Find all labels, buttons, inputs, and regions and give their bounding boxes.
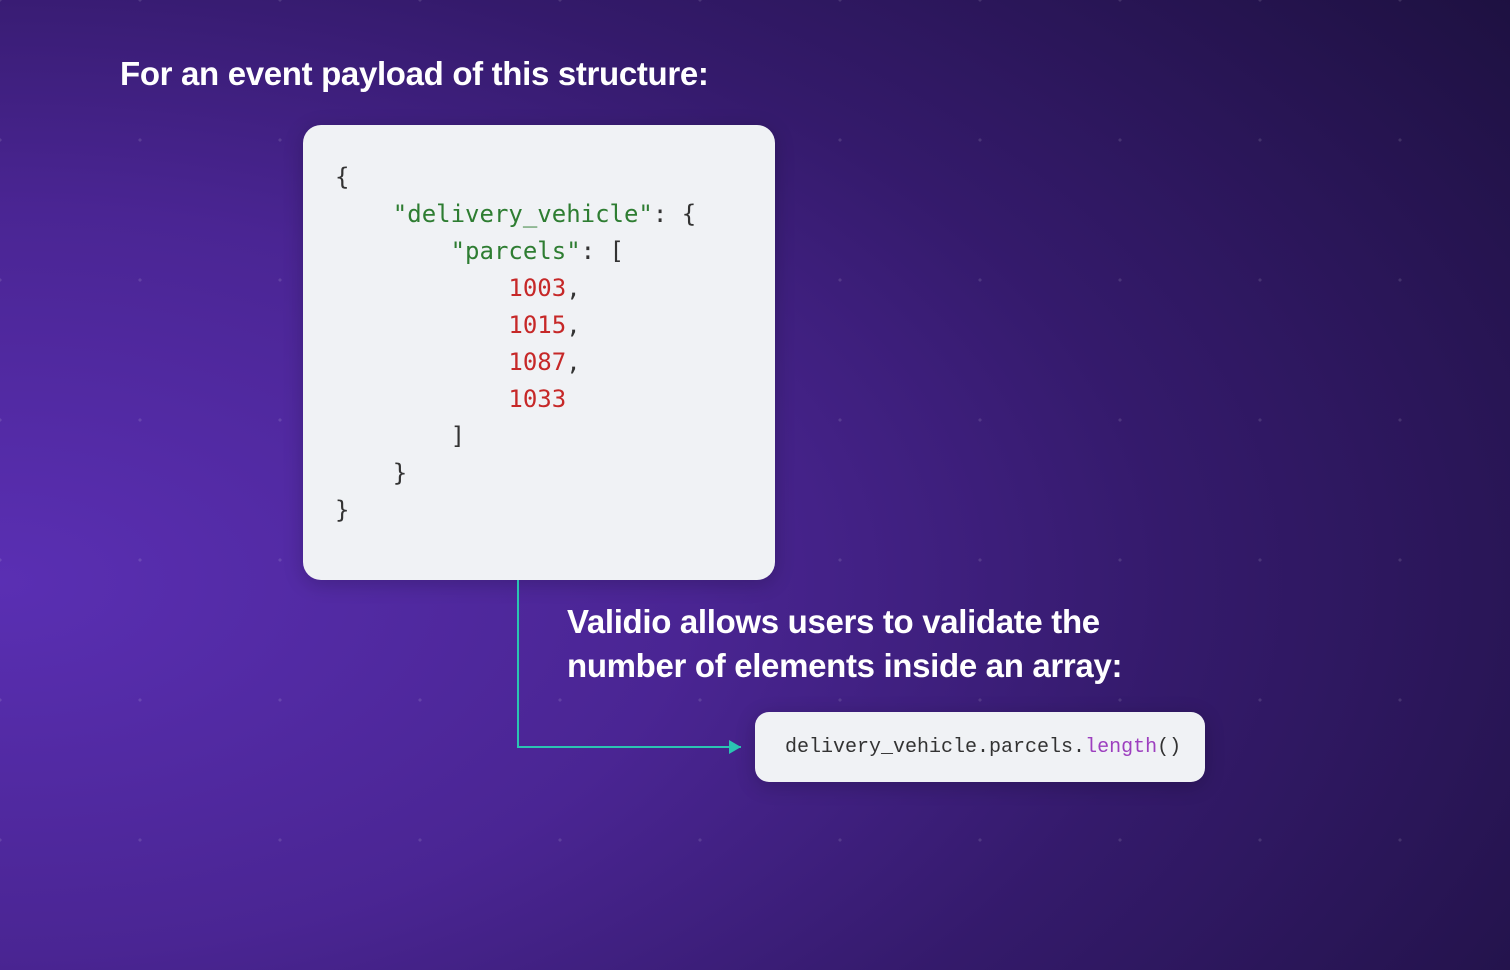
heading-validio-description: Validio allows users to validate the num… <box>567 600 1207 688</box>
json-payload-code: { "delivery_vehicle": { "parcels": [ 100… <box>335 159 743 529</box>
expression-card: delivery_vehicle.parcels.length() <box>755 712 1205 782</box>
json-payload-card: { "delivery_vehicle": { "parcels": [ 100… <box>303 125 775 580</box>
heading-payload-structure: For an event payload of this structure: <box>120 55 709 93</box>
expression-code: delivery_vehicle.parcels.length() <box>785 736 1181 759</box>
